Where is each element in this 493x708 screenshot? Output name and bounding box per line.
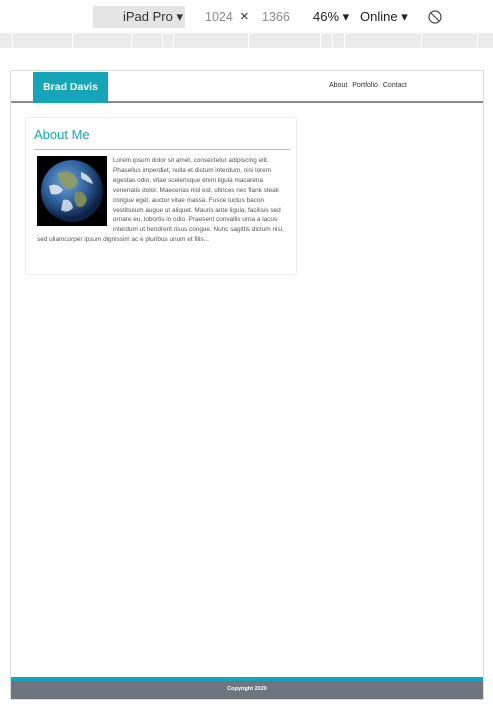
title-divider [34,149,290,150]
about-title: About Me [34,127,90,142]
copyright-text: Copyright 2020 [227,686,267,692]
rotate-icon[interactable] [428,10,442,24]
nav-portfolio-link[interactable]: Portfolio [352,82,378,89]
nav-about-link[interactable]: About [329,82,347,89]
height-input[interactable]: 1366 [262,6,290,28]
about-text: Lorem ipsum dolor sit amet, consectetur … [37,157,284,244]
device-toolbar: iPad Pro ▾ 1024 × 1366 46% ▾ Online ▾ [0,0,493,33]
nav-links: About Portfolio Contact [326,82,407,89]
zoom-select[interactable]: 46% ▾ [313,6,349,28]
footer: Copyright 2020 [11,677,483,699]
media-query-ruler[interactable] [0,33,493,48]
width-input[interactable]: 1024 [205,6,233,28]
device-viewport: Brad Davis About Portfolio Contact About… [10,70,484,700]
device-select[interactable]: iPad Pro ▾ [93,6,185,28]
brand-link[interactable]: Brad Davis [33,72,108,103]
dimension-times: × [240,8,249,25]
nav-contact-link[interactable]: Contact [383,82,407,89]
about-card: About Me Lorem ipsum dolor sit amet, con… [25,117,297,275]
network-select[interactable]: Online ▾ [360,6,408,28]
navbar: Brad Davis About Portfolio Contact [11,71,483,103]
